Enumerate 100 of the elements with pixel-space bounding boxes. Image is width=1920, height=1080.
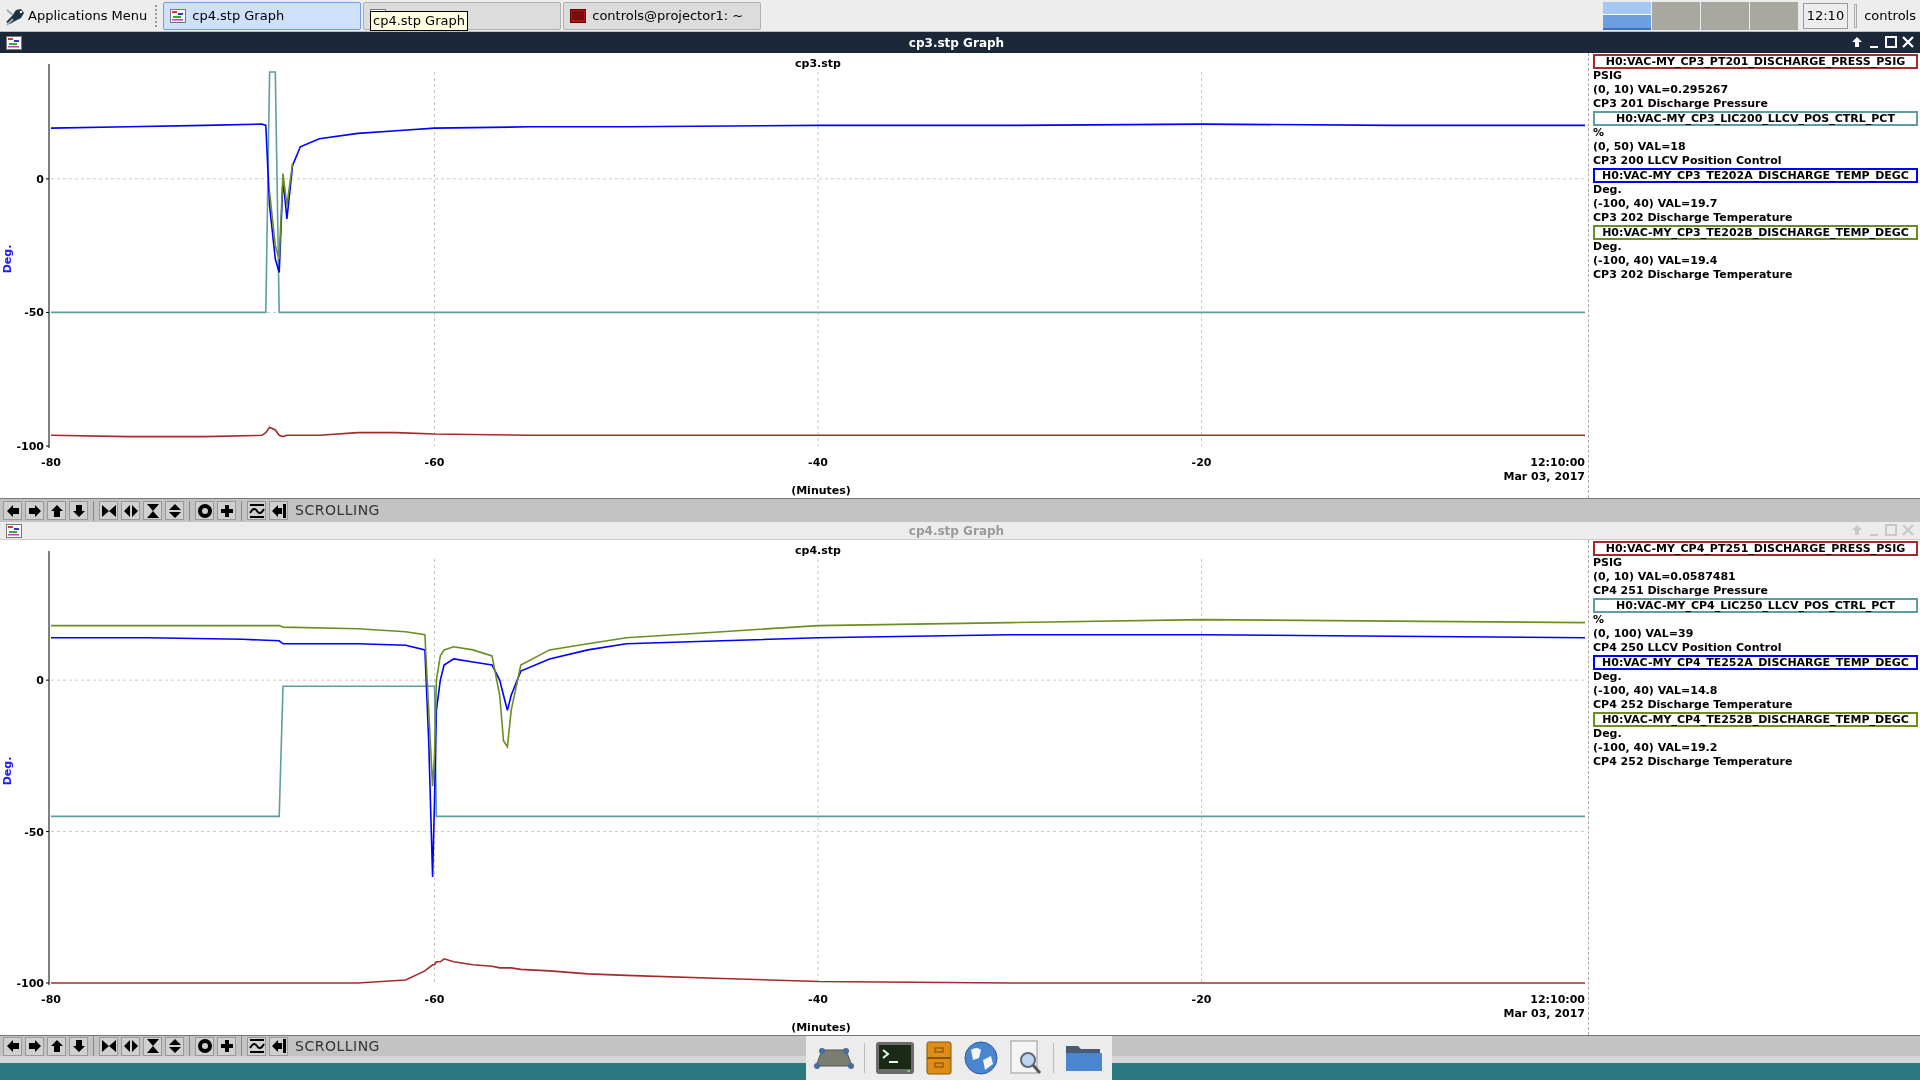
legend-label[interactable]: H0:VAC-MY_CP4_TE252A_DISCHARGE_TEMP_DEGC — [1593, 655, 1918, 670]
hourglass-icon — [144, 1038, 161, 1054]
legend-label[interactable]: H0:VAC-MY_CP3_LIC200_LLCV_POS_CTRL_PCT — [1593, 111, 1918, 126]
y-tick-label: -100 — [16, 977, 44, 990]
terminal-app-icon — [570, 8, 587, 23]
hourglass-button[interactable] — [143, 501, 162, 520]
right-arrow-button[interactable] — [25, 501, 44, 520]
x-tick-label: -80 — [41, 993, 61, 1006]
x-tick-label: -40 — [808, 993, 828, 1006]
y-axis-label: Deg. — [1, 244, 14, 274]
file-cabinet-icon — [925, 1041, 953, 1075]
chart-title: cp3.stp — [795, 57, 841, 70]
arrow-to-bar-icon — [270, 1038, 287, 1054]
workspace-button[interactable] — [1602, 1, 1651, 30]
legend-unit: Deg. — [1593, 240, 1623, 254]
drive-icon — [814, 1046, 854, 1070]
date-label: Mar 03, 2017 — [1503, 1007, 1585, 1020]
folder-icon — [1064, 1043, 1104, 1073]
hourglass-icon — [144, 502, 161, 519]
arrow-to-bar-button[interactable] — [269, 1036, 288, 1056]
legend-unit: Deg. — [1593, 727, 1623, 741]
file-cabinet-launcher[interactable] — [925, 1041, 953, 1075]
maximize-icon — [1885, 35, 1897, 48]
minimize-icon — [1870, 533, 1878, 536]
waveform-icon — [248, 1038, 265, 1054]
user-name[interactable]: controls — [1860, 5, 1920, 26]
applications-menu-button[interactable]: Applications Menu — [0, 1, 152, 30]
legend-range: (-100, 40) VAL=14.8 — [1593, 684, 1719, 698]
waveform-button[interactable] — [247, 1036, 266, 1056]
arrow-to-bar-icon — [270, 502, 287, 519]
legend-range: (0, 50) VAL=18 — [1593, 140, 1687, 154]
raise-icon — [1851, 35, 1863, 48]
hourglass-button[interactable] — [143, 1036, 162, 1056]
legend-label[interactable]: H0:VAC-MY_CP3_TE202B_DISCHARGE_TEMP_DEGC — [1593, 225, 1918, 240]
down-arrow-button[interactable] — [69, 1036, 88, 1056]
waveform-button[interactable] — [247, 501, 266, 520]
waveform-icon — [248, 502, 265, 519]
legend-range: (0, 10) VAL=0.0587481 — [1593, 570, 1737, 584]
up-arrow-button[interactable] — [47, 1036, 66, 1056]
legend-description: CP3 202 Discharge Temperature — [1593, 211, 1794, 225]
plus-button[interactable] — [217, 501, 236, 520]
terminal-launcher[interactable] — [875, 1041, 915, 1075]
legend-unit: Deg. — [1593, 183, 1623, 197]
legend-description: CP3 200 LLCV Position Control — [1593, 154, 1783, 168]
right-arrow-icon — [26, 1038, 43, 1054]
legend-label[interactable]: H0:VAC-MY_CP3_TE202A_DISCHARGE_TEMP_DEGC — [1593, 168, 1918, 183]
legend-unit: PSIG — [1593, 556, 1624, 570]
terminal-icon — [875, 1041, 915, 1075]
x-tick-label: -20 — [1191, 456, 1212, 469]
legend-range: (-100, 40) VAL=19.4 — [1593, 254, 1719, 268]
inward-triangles-button[interactable] — [99, 1036, 118, 1056]
left-arrow-button[interactable] — [3, 501, 22, 520]
window-title: cp3.stp Graph — [907, 34, 1006, 52]
down-arrow-button[interactable] — [69, 501, 88, 520]
plus-icon — [218, 502, 235, 519]
plus-button[interactable] — [217, 1036, 236, 1056]
right-arrow-icon — [26, 502, 43, 519]
ring-button[interactable] — [195, 1036, 214, 1056]
x-tick-label: -60 — [424, 456, 445, 469]
legend-label[interactable]: H0:VAC-MY_CP3_PT201_DISCHARGE_PRESS_PSIG — [1593, 54, 1918, 69]
legend-label[interactable]: H0:VAC-MY_CP4_PT251_DISCHARGE_PRESS_PSIG — [1593, 541, 1918, 556]
drive-launcher[interactable] — [814, 1046, 854, 1070]
legend-unit: PSIG — [1593, 69, 1624, 83]
document-search-icon — [1009, 1040, 1043, 1076]
mode-label: SCROLLING — [295, 501, 380, 520]
graph-app-icon — [170, 8, 187, 23]
legend-unit: % — [1593, 613, 1606, 627]
outward-triangles-button[interactable] — [121, 501, 140, 520]
clock[interactable]: 12:10 — [1802, 2, 1849, 29]
ring-button[interactable] — [195, 501, 214, 520]
legend-label[interactable]: H0:VAC-MY_CP4_TE252B_DISCHARGE_TEMP_DEGC — [1593, 712, 1918, 727]
inward-triangles-icon — [100, 502, 117, 519]
taskbar-button[interactable]: controls@projector1: ~ — [563, 1, 762, 30]
folder-launcher[interactable] — [1064, 1043, 1104, 1073]
window-title: cp4.stp Graph — [907, 522, 1006, 540]
legend-description: CP4 250 LLCV Position Control — [1593, 641, 1783, 655]
legend-label[interactable]: H0:VAC-MY_CP4_LIC250_LLCV_POS_CTRL_PCT — [1593, 598, 1918, 613]
left-arrow-button[interactable] — [3, 1036, 22, 1056]
minimize-icon — [1870, 45, 1878, 48]
taskbar-button[interactable]: cp4.stp Graph — [163, 1, 362, 30]
date-label: Mar 03, 2017 — [1503, 470, 1585, 483]
up-arrow-button[interactable] — [47, 501, 66, 520]
up-down-triangles-button[interactable] — [165, 501, 184, 520]
y-tick-label: -50 — [24, 306, 44, 320]
up-down-triangles-button[interactable] — [165, 1036, 184, 1056]
chart-title: cp4.stp — [795, 544, 841, 557]
right-arrow-button[interactable] — [25, 1036, 44, 1056]
arrow-to-bar-button[interactable] — [269, 501, 288, 520]
globe-launcher[interactable] — [963, 1040, 999, 1076]
document-search-launcher[interactable] — [1009, 1040, 1043, 1076]
outward-triangles-icon — [122, 502, 139, 519]
legend-range: (0, 10) VAL=0.295267 — [1593, 83, 1730, 97]
x-tick-label: -80 — [41, 456, 61, 469]
inward-triangles-button[interactable] — [99, 501, 118, 520]
y-axis-label: Deg. — [1, 756, 14, 786]
outward-triangles-button[interactable] — [121, 1036, 140, 1056]
graph-app-icon — [6, 35, 22, 50]
raise-button[interactable] — [1851, 36, 1863, 49]
legend-description: CP4 252 Discharge Temperature — [1593, 698, 1794, 712]
y-tick-label: 0 — [36, 674, 44, 688]
